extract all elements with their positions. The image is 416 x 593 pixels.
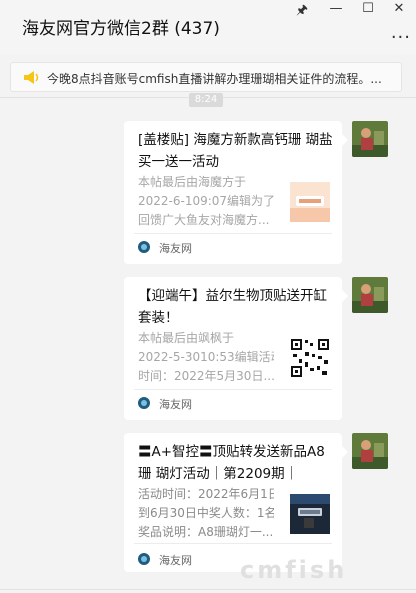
announcement-bar[interactable]: 今晚8点抖音账号cmfish直播讲解办理珊瑚相关证件的流程。... <box>10 62 402 92</box>
source-label: 海友网 <box>159 242 192 255</box>
pin-icon[interactable]: 🖈 <box>292 1 312 23</box>
source-label: 海友网 <box>159 398 192 411</box>
card-title: 〓A+智控〓顶贴转发送新品A8珊 瑚灯活动｜第2209期｜ <box>138 444 325 482</box>
bubble-tail <box>342 134 348 146</box>
product-ad-thumbnail <box>290 182 330 222</box>
minimize-icon[interactable]: — <box>326 1 346 16</box>
more-options-icon[interactable]: ... <box>391 22 411 43</box>
card-title: 【迎端午】益尔生物顶贴送开缸套装！ <box>138 288 327 326</box>
card-description: 本帖最后由飒枫于 2022-5-3010:53编辑活动 时间：2022年5月30… <box>138 331 274 383</box>
coral-light-thumbnail <box>290 494 330 534</box>
bubble-tail <box>342 290 348 302</box>
card-description: 本帖最后由海魔方于 2022-6-109:07编辑为了 回馈广大鱼友对海魔方..… <box>138 175 274 227</box>
link-card[interactable]: 【迎端午】益尔生物顶贴送开缸套装！ 本帖最后由飒枫于 2022-5-3010:5… <box>124 277 342 420</box>
card-description: 活动时间：2022年6月1日 到6月30日中奖人数：1名 奖品说明：A8珊瑚灯一… <box>138 487 274 539</box>
source-label: 海友网 <box>159 554 192 567</box>
source-logo-icon <box>138 553 150 565</box>
avatar[interactable] <box>352 433 388 469</box>
close-icon[interactable]: ✕ <box>389 1 409 16</box>
card-divider <box>134 233 332 234</box>
title-bar: 海友网官方微信2群 (437) 🖈 — ☐ ✕ ... <box>0 0 416 54</box>
avatar[interactable] <box>352 277 388 313</box>
message-timestamp: 8:24 <box>189 93 223 107</box>
qr-code-thumbnail <box>290 338 330 378</box>
announcement-text: 今晚8点抖音账号cmfish直播讲解办理珊瑚相关证件的流程。... <box>47 72 382 86</box>
source-logo-icon <box>138 397 150 409</box>
card-divider <box>134 543 332 544</box>
chat-title: 海友网官方微信2群 (437) <box>22 19 220 39</box>
link-card[interactable]: 〓A+智控〓顶贴转发送新品A8珊 瑚灯活动｜第2209期｜ 活动时间：2022年… <box>124 433 342 572</box>
card-divider <box>134 389 332 390</box>
maximize-icon[interactable]: ☐ <box>358 1 378 16</box>
link-card[interactable]: [盖楼贴] 海魔方新款高钙珊 瑚盐买一送一活动 本帖最后由海魔方于 2022-6… <box>124 121 342 264</box>
avatar[interactable] <box>352 121 388 157</box>
speaker-icon <box>24 71 39 84</box>
source-logo-icon <box>138 241 150 253</box>
card-title: [盖楼贴] 海魔方新款高钙珊 瑚盐买一送一活动 <box>138 132 333 170</box>
watermark-logo: cmfish <box>240 556 348 584</box>
input-divider <box>0 589 416 590</box>
bubble-tail <box>342 446 348 458</box>
